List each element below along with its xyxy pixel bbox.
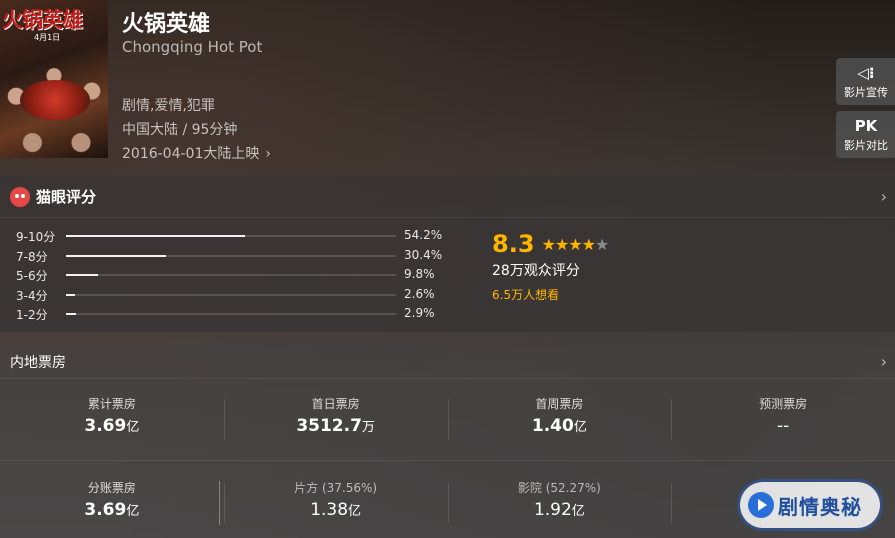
distribution-bar — [66, 254, 167, 257]
compare-button[interactable]: PK 影片对比 — [836, 111, 895, 158]
box-value: 1.92亿 — [533, 500, 585, 520]
wish-count: 6.5万人想看 — [492, 288, 560, 302]
play-logo-icon — [748, 492, 774, 518]
chevron-right-icon: › — [265, 146, 271, 162]
box-office-header[interactable]: 内地票房 › — [0, 345, 895, 379]
distribution-label: 3-4分 — [16, 288, 48, 303]
distribution-percent: 9.8% — [404, 267, 435, 281]
movie-genre: 剧情,爱情,犯罪 — [122, 98, 215, 114]
box-value: -- — [776, 416, 790, 436]
box-cinema-share-cell: 影院 (52.27%) 1.92亿 — [447, 479, 672, 538]
promo-button-label: 影片宣传 — [844, 86, 888, 99]
distribution-row: 9-10分 54.2% — [16, 228, 446, 248]
rating-distribution: 9-10分 54.2% 7-8分 30.4% 5-6分 9.8% 3-4分 2.… — [16, 228, 446, 326]
distribution-bar — [66, 293, 75, 296]
distribution-track — [66, 313, 396, 315]
chevron-right-icon: › — [880, 352, 887, 371]
box-value: 3512.7万 — [296, 416, 375, 436]
box-split-total-cell: 分账票房 3.69亿 — [0, 479, 224, 538]
box-label: 首周票房 — [535, 397, 584, 411]
chevron-right-icon: › — [880, 187, 887, 206]
movie-header: 火锅英雄 4月1日 火锅英雄 Chongqing Hot Pot 剧情,爱情,犯… — [0, 0, 895, 176]
distribution-percent: 30.4% — [404, 247, 443, 262]
distribution-label: 1-2分 — [16, 308, 48, 322]
distribution-percent: 2.6% — [404, 286, 435, 301]
distribution-bar — [66, 313, 76, 315]
star-rating: ★★★★★ — [541, 234, 610, 254]
box-value: 1.40亿 — [531, 416, 587, 436]
rating-header[interactable]: 猫眼评分 › — [0, 176, 895, 218]
box-label: 首日票房 — [311, 397, 360, 411]
row-divider — [0, 460, 895, 461]
distribution-percent: 54.2% — [404, 228, 443, 242]
release-date: 2016-04-01大陆上映 — [122, 146, 260, 162]
distribution-label: 7-8分 — [16, 249, 48, 264]
rating-section-title: 猫眼评分 — [36, 188, 97, 206]
box-first-day-cell: 首日票房 3512.7万 — [223, 395, 448, 455]
distribution-row: 1-2分 2.9% — [16, 306, 446, 326]
box-label: 累计票房 — [87, 397, 136, 411]
distribution-label: 9-10分 — [16, 230, 56, 244]
vote-count: 28万观众评分 — [492, 263, 580, 279]
score-summary: 8.3 ★★★★★ 28万观众评分 6.5万人想看 — [492, 230, 610, 303]
box-value: 1.38亿 — [310, 500, 362, 520]
distribution-track — [66, 254, 396, 257]
box-value: 3.69亿 — [84, 416, 140, 436]
box-label: 预测票房 — [759, 397, 808, 411]
movie-release-link[interactable]: 2016-04-01大陆上映 › — [122, 143, 271, 163]
distribution-track — [66, 235, 396, 237]
box-total-cell: 累计票房 3.69亿 — [0, 395, 224, 455]
distribution-row: 3-4分 2.6% — [16, 287, 446, 307]
movie-title-english: Chongqing Hot Pot — [122, 38, 263, 56]
rating-section: 猫眼评分 › 9-10分 54.2% 7-8分 30.4% 5-6分 9.8% … — [0, 176, 895, 332]
poster-title: 火锅英雄 — [2, 8, 83, 32]
movie-poster[interactable]: 火锅英雄 4月1日 — [0, 0, 108, 158]
box-office-row: 累计票房 3.69亿 首日票房 3512.7万 首周票房 1.40亿 预测票房 … — [0, 395, 895, 455]
distribution-track — [66, 293, 396, 296]
star-icon: ★ — [541, 234, 556, 254]
promo-button[interactable]: ◁⁝ 影片宣传 — [836, 58, 895, 105]
box-label: 影院 (52.27%) — [517, 481, 601, 495]
poster-date: 4月1日 — [34, 33, 61, 42]
overall-score: 8.3 — [492, 230, 535, 258]
box-producer-share-cell: 片方 (37.56%) 1.38亿 — [223, 479, 448, 538]
watermark-text: 剧情奥秘 — [778, 494, 862, 519]
distribution-track — [66, 274, 396, 276]
distribution-bar — [66, 274, 99, 276]
box-office-title: 内地票房 — [10, 354, 66, 371]
star-icon: ★ — [554, 234, 569, 254]
distribution-row: 5-6分 9.8% — [16, 267, 446, 287]
distribution-bar — [66, 235, 245, 237]
watermark-badge: 剧情奥秘 — [740, 482, 880, 528]
box-forecast-cell: 预测票房 -- — [671, 395, 895, 455]
star-icon: ★ — [568, 234, 582, 254]
compare-button-label: 影片对比 — [844, 139, 888, 152]
box-value: 3.69亿 — [84, 500, 140, 520]
distribution-label: 5-6分 — [16, 269, 48, 283]
box-label: 分账票房 — [87, 481, 136, 495]
pk-icon: PK — [854, 117, 878, 135]
speaker-icon: ◁⁝ — [857, 64, 875, 82]
box-label: 片方 (37.56%) — [294, 481, 378, 495]
distribution-row: 7-8分 30.4% — [16, 248, 446, 268]
movie-title: 火锅英雄 — [122, 12, 211, 37]
movie-region-duration: 中国大陆 / 95分钟 — [122, 122, 238, 138]
star-icon: ★ — [594, 234, 609, 254]
poster-hotpot-image — [20, 80, 90, 120]
box-first-week-cell: 首周票房 1.40亿 — [447, 395, 672, 455]
maoyan-cat-icon — [10, 186, 30, 207]
distribution-percent: 2.9% — [404, 306, 435, 320]
star-icon: ★ — [581, 234, 596, 254]
